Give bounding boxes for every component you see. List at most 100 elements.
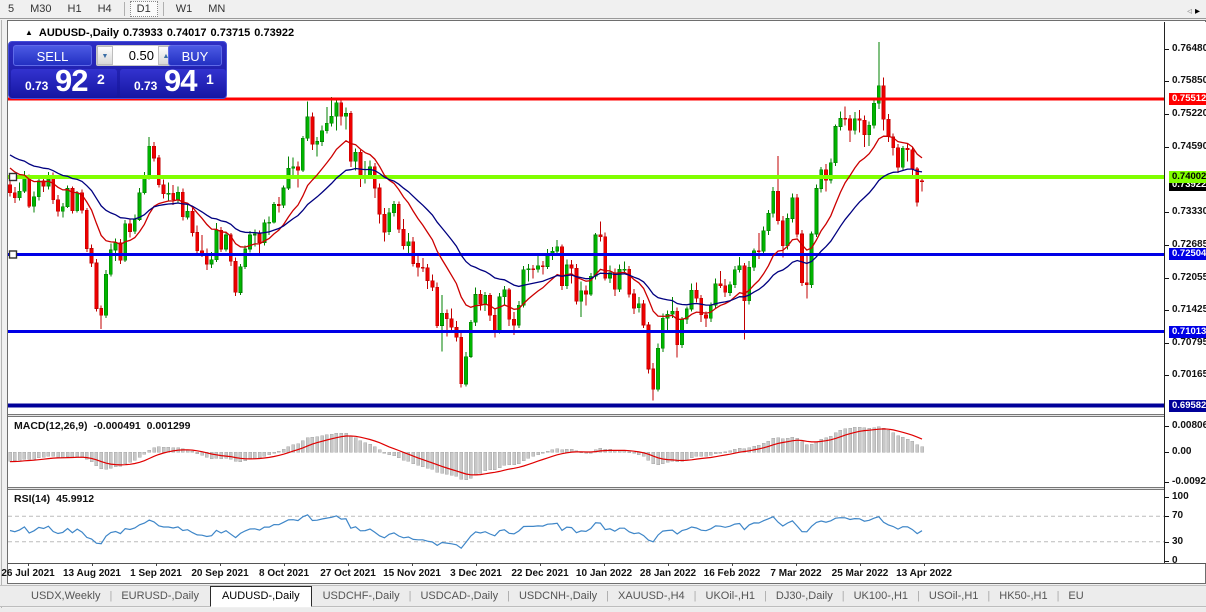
date-tick-mark — [92, 563, 93, 566]
chart-tab-dj30-daily[interactable]: DJ30-,Daily — [767, 587, 842, 606]
chart-tab-usdchf-daily[interactable]: USDCHF-,Daily — [314, 587, 409, 606]
date-label: 10 Jan 2022 — [575, 568, 633, 579]
buy-price-quote[interactable]: 0.73 94 1 — [120, 69, 226, 97]
window-frame-edge — [1, 20, 2, 610]
price-tick-label: 0.73330 — [1172, 206, 1206, 217]
trading-platform-window: 5 M30 H1 H4 D1 W1 MN ▲ AUDUSD-,Daily 0.73933 0.74… — [0, 0, 1206, 612]
ohlc-open: 0.73933 — [123, 27, 163, 39]
rsi-value: 45.9912 — [56, 493, 95, 505]
date-label: 7 Mar 2022 — [770, 568, 822, 579]
rsi-tick-mark — [1165, 497, 1169, 498]
price-badge: 0.72504 — [1169, 248, 1206, 260]
chart-tab-xauusd-h4[interactable]: XAUUSD-,H4 — [609, 587, 694, 606]
hline-handle[interactable] — [8, 250, 18, 259]
chart-tab-usdcnh-daily[interactable]: USDCNH-,Daily — [510, 587, 606, 606]
volume-stepper: ▼ ▲ — [96, 45, 175, 66]
price-tick-label: 0.75220 — [1172, 108, 1206, 119]
tab-scroll-right-icon[interactable]: ▸ — [1195, 6, 1203, 17]
rsi-tick-mark — [1165, 561, 1169, 562]
price-tick-label: 0.70795 — [1172, 337, 1206, 348]
date-label: 16 Feb 2022 — [703, 568, 761, 579]
horizontal-level-lines[interactable] — [8, 97, 1164, 408]
timeframe-button-w1[interactable]: W1 — [169, 2, 200, 16]
sell-button[interactable]: SELL — [13, 45, 92, 66]
price-tick-mark — [1165, 49, 1169, 50]
price-tick-mark — [1165, 278, 1169, 279]
macd-tick-label: 0.00 — [1172, 446, 1192, 457]
volume-decrease-icon[interactable]: ▼ — [97, 46, 113, 65]
chart-tab-audusd-daily[interactable]: AUDUSD-,Daily — [209, 586, 312, 607]
chart-header: ▲ AUDUSD-,Daily 0.73933 0.74017 0.73715 0.739… — [25, 27, 298, 41]
timeframe-button-5[interactable]: 5 — [1, 2, 21, 16]
price-badge: 0.75512 — [1169, 93, 1206, 105]
date-label: 3 Dec 2021 — [450, 568, 502, 579]
rsi-line — [9, 514, 923, 550]
tab-scroll-arrows: ◃▸ — [1187, 6, 1203, 17]
date-tick-mark — [796, 563, 797, 566]
timeframe-button-h1[interactable]: H1 — [61, 2, 89, 16]
rsi-tick-mark — [1165, 542, 1169, 543]
date-tick-mark — [604, 563, 605, 566]
chart-symbol-label: AUDUSD-,Daily — [38, 27, 119, 39]
macd-tick-mark — [1165, 452, 1169, 453]
buy-price-prefix: 0.73 — [134, 79, 158, 93]
price-tick-label: 0.74590 — [1172, 141, 1206, 152]
tab-scroll-left-icon[interactable]: ◃ — [1187, 6, 1195, 17]
price-tick-label: 0.76480 — [1172, 43, 1206, 54]
date-tick-mark — [860, 563, 861, 566]
chart-tab-ukoil-h1[interactable]: UKOil-,H1 — [697, 587, 765, 606]
price-tick-mark — [1165, 147, 1169, 148]
price-badge: 0.69582 — [1169, 400, 1206, 412]
date-tick-mark — [540, 563, 541, 566]
status-strip — [0, 608, 1206, 612]
sell-price-quote[interactable]: 0.73 92 2 — [11, 69, 117, 97]
price-tick-label: 0.75850 — [1172, 75, 1206, 86]
price-axis[interactable]: 0.76480 0.75850 0.75220 0.74590 0.73330 0.726… — [1165, 22, 1206, 563]
date-tick-mark — [284, 563, 285, 566]
date-tick-mark — [28, 563, 29, 566]
date-label: 13 Apr 2022 — [896, 568, 952, 579]
date-label: 22 Dec 2021 — [511, 568, 569, 579]
rsi-tick-label: 0 — [1172, 555, 1178, 563]
price-tick-mark — [1165, 212, 1169, 213]
buy-price-digits: 94 — [164, 69, 197, 97]
timeframe-button-m30[interactable]: M30 — [23, 2, 58, 16]
price-tick-mark — [1165, 245, 1169, 246]
timeframe-button-mn[interactable]: MN — [201, 2, 232, 16]
date-tick-mark — [412, 563, 413, 566]
ohlc-low: 0.73715 — [210, 27, 251, 39]
hline-handle[interactable] — [8, 172, 18, 182]
price-tick-label: 0.72055 — [1172, 272, 1206, 283]
chart-tab-eurusd-daily[interactable]: EURUSD-,Daily — [112, 587, 208, 606]
timeframe-button-d1[interactable]: D1 — [129, 1, 158, 17]
date-tick-mark — [476, 563, 477, 566]
chart-tab-usdcad-daily[interactable]: USDCAD-,Daily — [411, 587, 507, 606]
time-axis[interactable]: 26 Jul 2021 13 Aug 2021 1 Sep 2021 20 Sep 2… — [1, 563, 1164, 583]
rsi-tick-label: 30 — [1172, 536, 1184, 547]
timeframe-button-h4[interactable]: H4 — [91, 2, 119, 16]
price-badge: 0.71013 — [1169, 326, 1206, 338]
sell-price-prefix: 0.73 — [25, 79, 49, 93]
chart-tab-uk100-h1[interactable]: UK100-,H1 — [845, 587, 917, 606]
macd-signal-value: 0.001299 — [146, 420, 191, 432]
date-label: 20 Sep 2021 — [191, 568, 249, 579]
date-tick-mark — [668, 563, 669, 566]
buy-button[interactable]: BUY — [168, 45, 222, 66]
toolbar-separator — [162, 2, 164, 16]
chart-tab-usdx-weekly[interactable]: USDX,Weekly — [22, 587, 109, 606]
ohlc-high: 0.74017 — [166, 27, 207, 39]
volume-input[interactable] — [113, 46, 158, 65]
symbol-arrow-icon: ▲ — [25, 28, 33, 37]
macd-label: MACD(12,26,9) -0.000491 0.001299 — [14, 420, 193, 432]
macd-tick-label: 0.008065 — [1172, 420, 1206, 431]
date-tick-mark — [924, 563, 925, 566]
price-tick-mark — [1165, 343, 1169, 344]
chart-tab-hk50-h1[interactable]: HK50-,H1 — [990, 587, 1056, 606]
date-label: 28 Jan 2022 — [639, 568, 697, 579]
date-tick-mark — [732, 563, 733, 566]
price-badge: 0.74002 — [1169, 171, 1206, 183]
date-label: 13 Aug 2021 — [63, 568, 121, 579]
chart-tab-eu[interactable]: EU — [1059, 587, 1092, 606]
date-label: 15 Nov 2021 — [383, 568, 441, 579]
chart-tab-usoil-h1[interactable]: USOil-,H1 — [920, 587, 988, 606]
